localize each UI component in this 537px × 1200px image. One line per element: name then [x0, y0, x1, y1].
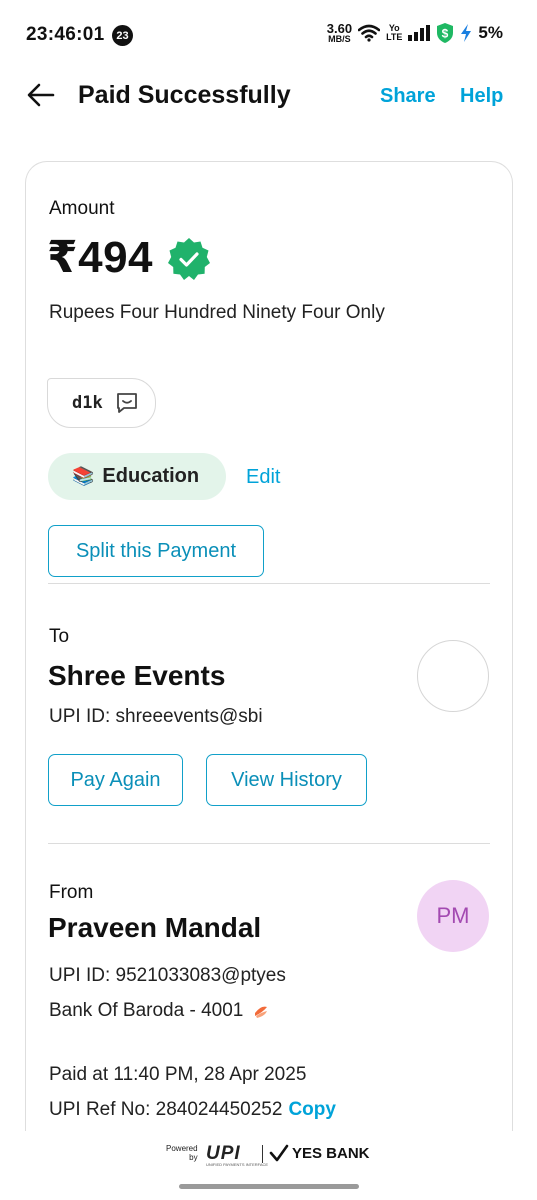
- volte-indicator: Yo LTE: [386, 24, 402, 42]
- payee-name: Shree Events: [48, 660, 226, 691]
- payer-bank-text: Bank Of Baroda - 4001: [49, 1000, 244, 1021]
- payee-upi-id: UPI ID: shreeevents@sbi: [49, 706, 263, 727]
- books-emoji-icon: 📚: [72, 466, 95, 486]
- payment-note-text: d1k: [72, 393, 103, 413]
- amount-in-words: Rupees Four Hundred Ninety Four Only: [49, 302, 385, 323]
- payment-details-card: Amount ₹494 Rupees Four Hundred Ninety F…: [25, 161, 513, 1181]
- powered-by-line1: Powered: [166, 1144, 198, 1153]
- wifi-icon: [358, 24, 381, 42]
- to-label: To: [49, 626, 70, 647]
- notification-count-badge: 23: [112, 25, 133, 46]
- upi-ref-row: UPI Ref No: 284024450252 Copy: [49, 1099, 336, 1121]
- amount-value: ₹494: [47, 233, 154, 282]
- edit-category-link[interactable]: Edit: [246, 466, 280, 489]
- upi-ref-number: UPI Ref No: 284024450252: [49, 1099, 283, 1120]
- powered-by-footer: Powered by UPI UNIFIED PAYMENTS INTERFAC…: [0, 1131, 537, 1181]
- payer-upi-id: UPI ID: 9521033083@ptyes: [49, 965, 286, 986]
- signal-icon: [408, 25, 431, 41]
- amount-label: Amount: [49, 198, 115, 219]
- home-indicator[interactable]: [179, 1184, 359, 1189]
- powered-by-line2: by: [189, 1153, 198, 1162]
- check-icon: [269, 1144, 289, 1162]
- verified-badge-icon: [168, 238, 210, 280]
- svg-text:$: $: [442, 27, 449, 41]
- bank-of-baroda-logo-icon: [255, 1006, 268, 1018]
- back-arrow-icon[interactable]: [26, 80, 56, 110]
- payee-avatar: [417, 640, 489, 712]
- payment-note: d1k: [47, 378, 156, 428]
- upi-tagline: UNIFIED PAYMENTS INTERFACE: [206, 1162, 269, 1167]
- view-history-button[interactable]: View History: [206, 754, 367, 806]
- top-app-bar: Paid Successfully Share Help: [0, 70, 537, 122]
- status-bar: 23:46:01 23 3.60 MB/S Yo LTE $ 5%: [0, 0, 537, 70]
- status-time: 23:46:01: [26, 24, 105, 45]
- chat-bubble-icon: [116, 393, 137, 413]
- battery-percent: 5%: [478, 23, 503, 42]
- category-label: Education: [102, 465, 200, 487]
- category-chip[interactable]: 📚 Education: [48, 453, 226, 500]
- network-speed-unit: MB/S: [328, 34, 351, 44]
- copy-ref-button[interactable]: Copy: [288, 1099, 336, 1120]
- powered-by-text: Powered by: [166, 1144, 198, 1162]
- paid-at-timestamp: Paid at 11:40 PM, 28 Apr 2025: [49, 1064, 307, 1085]
- shield-icon: $: [437, 23, 454, 43]
- divider: [48, 583, 490, 584]
- payer-avatar: PM: [417, 880, 489, 952]
- payer-name: Praveen Mandal: [48, 912, 262, 943]
- charging-bolt-icon: [461, 24, 472, 42]
- status-icons: 3.60 MB/S Yo LTE $ 5%: [327, 22, 503, 44]
- share-button[interactable]: Share: [380, 85, 436, 108]
- volte-bottom: LTE: [386, 32, 403, 42]
- help-button[interactable]: Help: [460, 85, 503, 108]
- from-label: From: [49, 882, 94, 903]
- network-speed: 3.60 MB/S: [327, 22, 352, 44]
- page-title: Paid Successfully: [78, 81, 291, 109]
- payer-bank-account: Bank Of Baroda - 4001: [49, 1000, 269, 1022]
- pay-again-button[interactable]: Pay Again: [48, 754, 183, 806]
- split-payment-button[interactable]: Split this Payment: [48, 525, 264, 577]
- yes-bank-logo: YES BANK: [292, 1145, 370, 1162]
- divider: [48, 843, 490, 844]
- footer-separator: [262, 1145, 263, 1163]
